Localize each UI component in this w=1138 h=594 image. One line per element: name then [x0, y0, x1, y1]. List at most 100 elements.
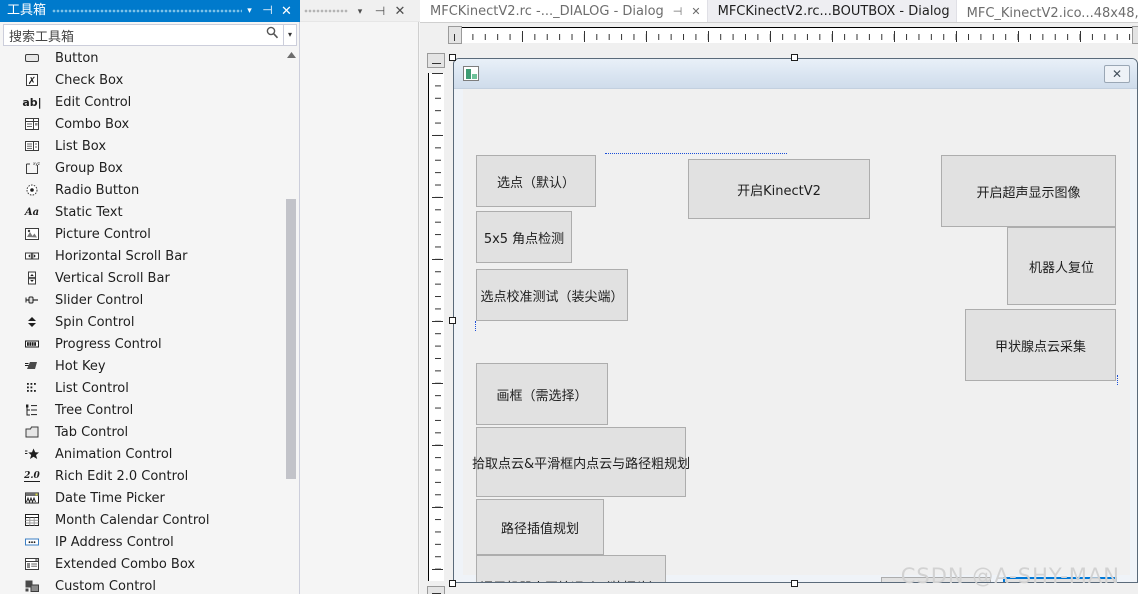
dialog-button-start-kinectv2[interactable]: 开启KinectV2 [688, 159, 870, 219]
dialog-button-ok[interactable]: 确定 [1003, 577, 1117, 583]
toolbox-search-box[interactable]: 搜索工具箱 ▾ [3, 24, 297, 46]
dialog-button-draw-box-select[interactable]: 画框（需选择） [476, 363, 608, 425]
toolbox-item-ip-address-control[interactable]: IP Address Control [3, 531, 297, 553]
dialog-close-button[interactable]: ✕ [1104, 65, 1130, 83]
selection-handle-top-center[interactable] [791, 54, 798, 61]
ruler-left-marker[interactable] [448, 26, 462, 44]
dialog-client-area[interactable]: 选点（默认）5x5 角点检测选点校准测试（装尖端） 画框（需选择）拾取点云&平滑框… [463, 89, 1130, 575]
tab-control-icon [21, 424, 43, 440]
rich-edit-icon: 2.0 [21, 468, 43, 484]
toolbox-item-label: Hot Key [55, 359, 106, 374]
list-box-icon [21, 138, 43, 154]
chevron-down-icon[interactable]: ▾ [284, 25, 296, 45]
toolbox-item-vertical-scroll-bar[interactable]: Vertical Scroll Bar [3, 267, 297, 289]
toolbox-item-label: List Box [55, 139, 106, 154]
toolbox-item-tab-control[interactable]: Tab Control [3, 421, 297, 443]
toolbox-item-label: IP Address Control [55, 535, 174, 550]
toolbox-item-extended-combo-box[interactable]: Extended Combo Box [3, 553, 297, 575]
selection-handle-middle-left[interactable] [449, 317, 456, 324]
dialog-button-cancel[interactable]: 取消 [881, 577, 991, 583]
toolbox-item-label: Tree Control [55, 403, 133, 418]
selection-handle-bottom-center[interactable] [791, 580, 798, 587]
custom-control-icon [21, 578, 43, 594]
dialog-button-start-ultrasound[interactable]: 开启超声显示图像 [941, 155, 1116, 227]
ext-combo-icon [21, 556, 43, 572]
pin-icon[interactable]: ⊣ [673, 5, 683, 18]
toolbox-item-month-calendar-control[interactable]: Month Calendar Control [3, 509, 297, 531]
scrollbar-thumb[interactable] [286, 199, 296, 479]
toolbox-item-animation-control[interactable]: Animation Control [3, 443, 297, 465]
radio-button-icon [21, 182, 43, 198]
close-icon[interactable]: ✕ [392, 3, 408, 19]
document-tab-1[interactable]: MFCKinectV2.rc...BOUTBOX - Dialog [708, 0, 957, 22]
vertical-ruler [426, 51, 446, 594]
vruler-top-marker[interactable] [427, 53, 445, 68]
pin-icon[interactable]: ⊣ [259, 2, 276, 19]
search-input[interactable]: 搜索工具箱 [4, 26, 261, 45]
toolbox-item-horizontal-scroll-bar[interactable]: Horizontal Scroll Bar [3, 245, 297, 267]
collapsed-panel-body [300, 22, 419, 594]
selection-handle-bottom-left[interactable] [449, 580, 456, 587]
toolbox-item-rich-edit-2-0-control[interactable]: 2.0Rich Edit 2.0 Control [3, 465, 297, 487]
toolbox-item-list-box[interactable]: List Box [3, 135, 297, 157]
toolbox-item-label: Group Box [55, 161, 123, 176]
close-icon[interactable]: ✕ [278, 2, 295, 19]
chevron-down-icon[interactable]: ▾ [241, 2, 258, 19]
chevron-down-icon[interactable]: ▾ [352, 3, 368, 19]
dialog-designer-surface[interactable]: ✕ 选点（默认）5x5 角点检测选点校准测试（装尖端） 画框（需选择）拾取点云&平… [420, 22, 1138, 594]
svg-text:✗: ✗ [28, 76, 36, 87]
toolbox-item-label: List Control [55, 381, 129, 396]
toolbox-item-edit-control[interactable]: ab|Edit Control [3, 91, 297, 113]
toolbox-item-list-control[interactable]: List Control [3, 377, 297, 399]
toolbox-item-hot-key[interactable]: Hot Key [3, 355, 297, 377]
collapsed-panel-strip: ▾ ⊣ ✕ [300, 0, 420, 594]
toolbox-item-picture-control[interactable]: Picture Control [3, 223, 297, 245]
vscrollbar-icon [21, 270, 43, 286]
svg-text:xyz: xyz [33, 161, 40, 166]
dialog-button-pick-cloud-plan[interactable]: 拾取点云&平滑框内点云与路径粗规划 [476, 427, 686, 497]
dialog-button-corner-detect-5x5[interactable]: 5x5 角点检测 [476, 211, 572, 263]
toolbox-item-combo-box[interactable]: Combo Box [3, 113, 297, 135]
close-icon[interactable]: ✕ [691, 5, 700, 18]
document-tab-0[interactable]: MFCKinectV2.rc -..._DIALOG - Dialog ⊣ ✕ [420, 0, 708, 22]
toolbox-item-list[interactable]: Button ✗Check Boxab|Edit ControlCombo Box… [3, 47, 297, 594]
toolbox-item-label: Animation Control [55, 447, 172, 462]
hotkey-icon [21, 358, 43, 374]
dialog-resource[interactable]: ✕ 选点（默认）5x5 角点检测选点校准测试（装尖端） 画框（需选择）拾取点云&平… [453, 58, 1138, 583]
toolbox-item-tree-control[interactable]: Tree Control [3, 399, 297, 421]
ruler-right-marker[interactable] [1132, 26, 1138, 44]
document-tab-2[interactable]: MFC_KinectV2.ico...48x48, 4 位, B [957, 0, 1138, 22]
dialog-button-path-interp-plan[interactable]: 路径插值规划 [476, 499, 604, 555]
document-tab-bar[interactable]: MFCKinectV2.rc -..._DIALOG - Dialog⊣✕MFC… [420, 0, 1138, 22]
toolbox-item-spin-control[interactable]: Spin Control [3, 311, 297, 333]
toolbox-item-date-time-picker[interactable]: Date Time Picker [3, 487, 297, 509]
pin-icon[interactable]: ⊣ [372, 3, 388, 19]
vruler-bottom-marker[interactable] [427, 586, 445, 594]
toolbox-item-label: Edit Control [55, 95, 131, 110]
scroll-up-icon[interactable] [284, 49, 298, 61]
toolbox-item-progress-control[interactable]: Progress Control [3, 333, 297, 355]
dialog-button-robot-start-motion[interactable]: 调用机器人开始运动（装探头） [476, 555, 666, 583]
tab-label: MFCKinectV2.rc -..._DIALOG - Dialog [430, 4, 664, 19]
dialog-button-thyroid-cloud-capture[interactable]: 甲状腺点云采集 [965, 309, 1116, 381]
toolbox-item-slider-control[interactable]: Slider Control [3, 289, 297, 311]
toolbox-item-label: Static Text [55, 205, 123, 220]
toolbox-item-group-box[interactable]: xyz Group Box [3, 157, 297, 179]
panel-drag-dots [304, 9, 348, 13]
toolbox-item-button[interactable]: Button [3, 47, 297, 69]
button-icon [21, 50, 43, 66]
selection-handle-top-left[interactable] [449, 54, 456, 61]
dialog-button-robot-reset[interactable]: 机器人复位 [1007, 227, 1116, 305]
search-icon[interactable] [261, 25, 283, 45]
tab-label: MFCKinectV2.rc...BOUTBOX - Dialog [718, 4, 950, 19]
toolbox-item-label: Spin Control [55, 315, 134, 330]
toolbox-item-custom-control[interactable]: Custom Control [3, 575, 297, 594]
toolbox-item-label: Button [55, 51, 99, 66]
toolbox-scrollbar[interactable] [284, 47, 298, 594]
ip-address-icon [21, 534, 43, 550]
toolbox-item-static-text[interactable]: AaStatic Text [3, 201, 297, 223]
dialog-button-pick-point-calib[interactable]: 选点校准测试（装尖端） [476, 269, 628, 321]
toolbox-item-radio-button[interactable]: Radio Button [3, 179, 297, 201]
toolbox-item-check-box[interactable]: ✗Check Box [3, 69, 297, 91]
dialog-button-pick-point-default[interactable]: 选点（默认） [476, 155, 596, 207]
